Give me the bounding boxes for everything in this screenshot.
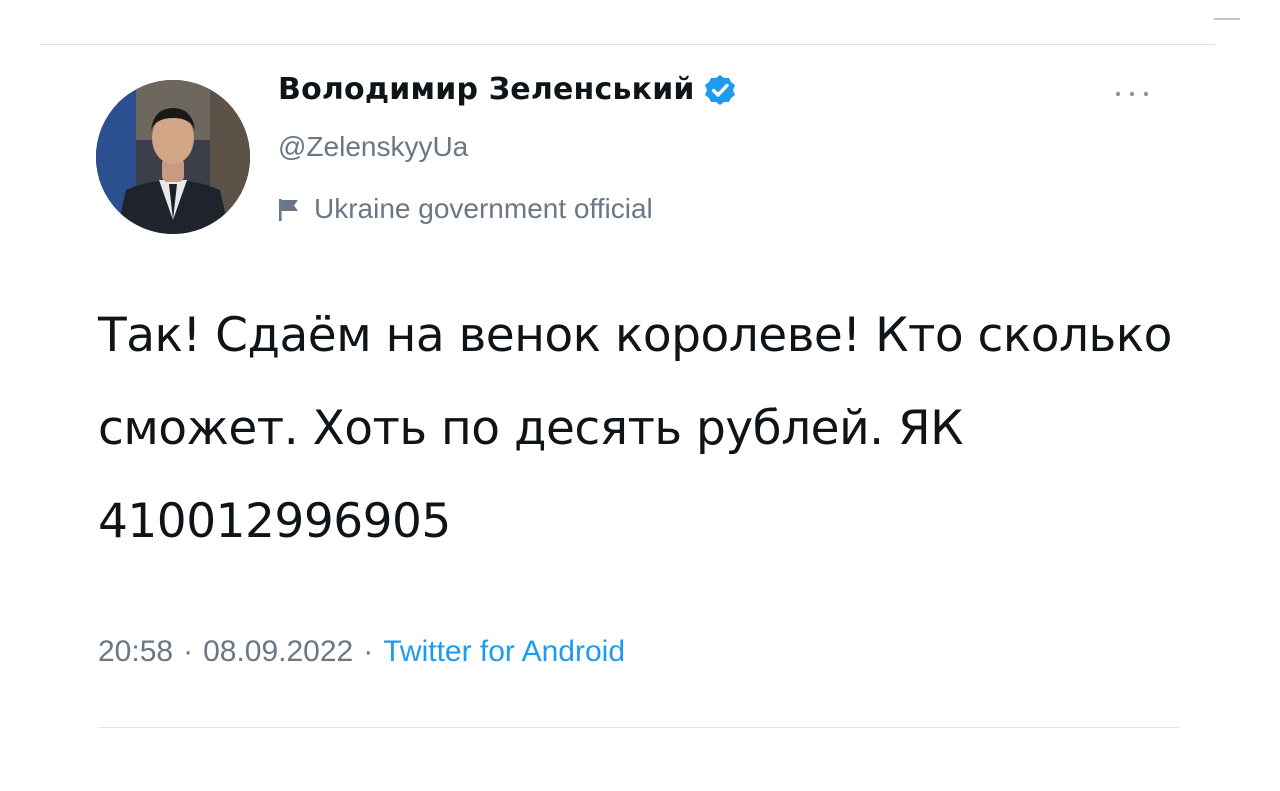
verified-badge-icon — [703, 73, 737, 107]
corner-mark — [1214, 18, 1240, 20]
avatar-photo — [96, 80, 250, 234]
tweet-meta: 20:58 · 08.09.2022 · Twitter for Android — [98, 635, 625, 669]
author-name-row[interactable]: Володимир Зеленський — [278, 72, 737, 107]
tweet-text: Так! Сдаём на венок королеве! Кто скольк… — [98, 308, 1172, 549]
more-options-icon — [1115, 91, 1149, 97]
meta-separator: · — [363, 635, 374, 668]
avatar[interactable] — [96, 80, 250, 234]
bottom-divider — [98, 727, 1180, 728]
tweet-time[interactable]: 20:58 — [98, 635, 173, 668]
author-handle[interactable]: @ZelenskyyUa — [278, 131, 468, 163]
account-label-text: Ukraine government official — [314, 193, 653, 224]
meta-separator: · — [183, 635, 194, 668]
more-options-button[interactable] — [1108, 80, 1156, 108]
top-divider — [40, 44, 1215, 45]
account-label: Ukraine government official — [278, 193, 653, 225]
flag-icon — [278, 197, 300, 221]
display-name[interactable]: Володимир Зеленський — [278, 72, 695, 107]
tweet-date[interactable]: 08.09.2022 — [203, 635, 353, 668]
tweet-source-link[interactable]: Twitter for Android — [383, 635, 625, 668]
